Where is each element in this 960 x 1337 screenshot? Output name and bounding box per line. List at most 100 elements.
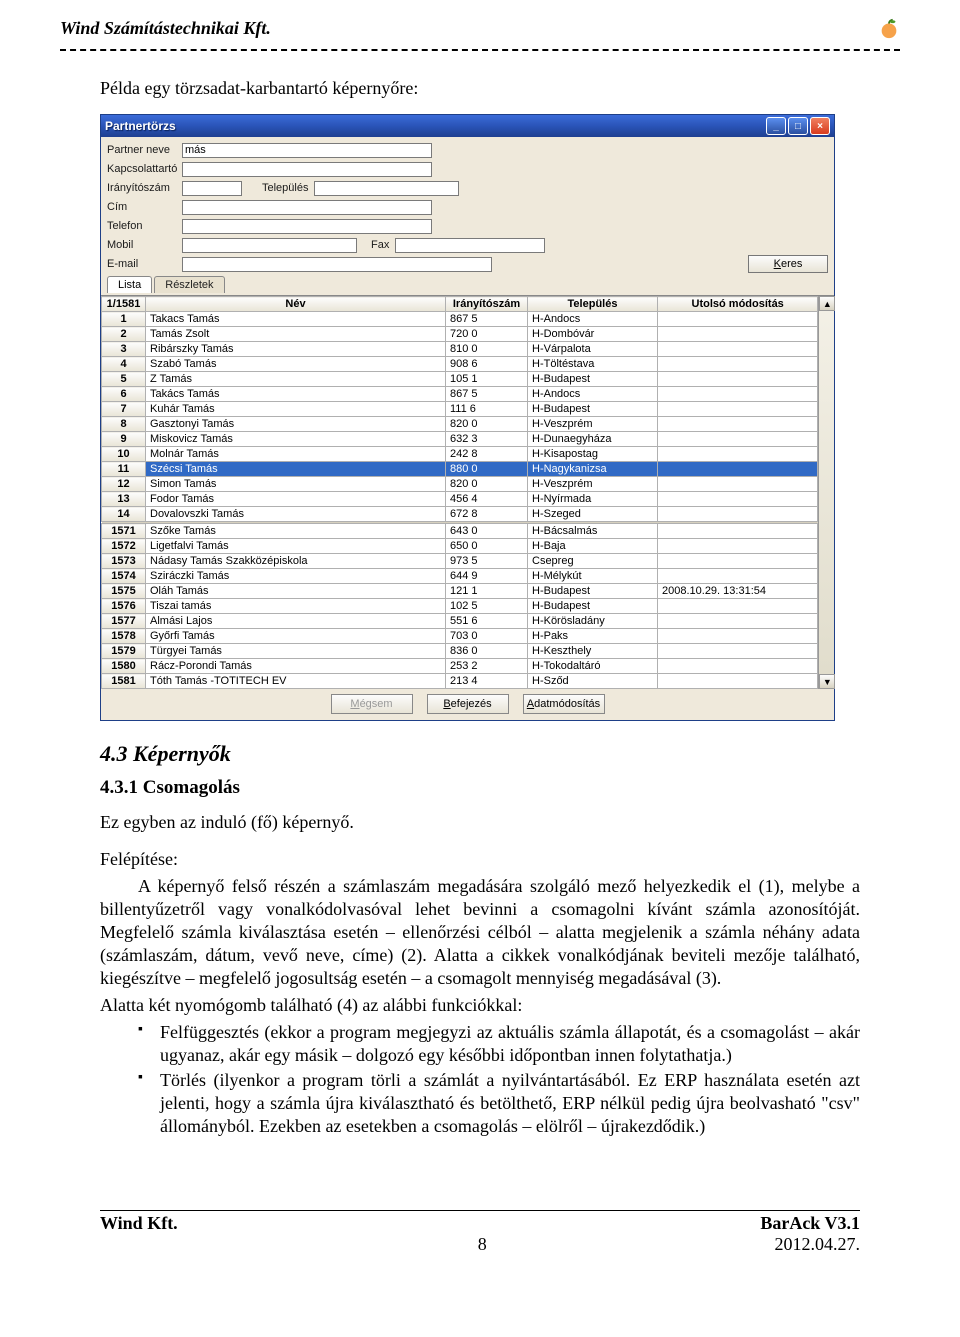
befejezes-button[interactable]: Befejezés — [427, 694, 509, 714]
row-index: 1579 — [102, 644, 146, 659]
table-row[interactable]: 9Miskovicz Tamás632 3H-Dunaegyháza — [102, 432, 818, 447]
table-row[interactable]: 5Z Tamás105 1H-Budapest — [102, 372, 818, 387]
doc-header: Wind Számítástechnikai Kft. — [60, 18, 900, 45]
kapcsolattarto-input[interactable] — [182, 162, 432, 177]
table-row[interactable]: 4Szabó Tamás908 6H-Töltéstava — [102, 357, 818, 372]
table-row[interactable]: 10Molnár Tamás242 8H-Kisapostag — [102, 447, 818, 462]
keres-button[interactable]: Keres — [748, 255, 828, 273]
telepules-input[interactable] — [314, 181, 459, 196]
table-row[interactable]: 2Tamás Zsolt720 0H-Dombóvár — [102, 327, 818, 342]
table-row[interactable]: 3Ribárszky Tamás810 0H-Várpalota — [102, 342, 818, 357]
row-index: 1576 — [102, 599, 146, 614]
cell-zip: 111 6 — [446, 402, 528, 417]
minimize-icon[interactable]: _ — [766, 117, 786, 135]
table-row[interactable]: 1578Győrfi Tamás703 0H-Paks — [102, 629, 818, 644]
intro-text: Példa egy törzsadat-karbantartó képernyő… — [100, 77, 860, 100]
table-row[interactable]: 13Fodor Tamás456 4H-Nyírmada — [102, 492, 818, 507]
cell-mod — [658, 432, 818, 447]
table-row[interactable]: 1571Szőke Tamás643 0H-Bácsalmás — [102, 524, 818, 539]
table-row[interactable]: 12Simon Tamás820 0H-Veszprém — [102, 477, 818, 492]
close-icon[interactable]: × — [810, 117, 830, 135]
cell-zip: 908 6 — [446, 357, 528, 372]
cell-zip: 105 1 — [446, 372, 528, 387]
scrollbar[interactable]: ▲ ▼ — [818, 296, 834, 689]
table-row[interactable]: 1574Sziráczki Tamás644 9H-Mélykút — [102, 569, 818, 584]
row-index: 13 — [102, 492, 146, 507]
cell-zip: 213 4 — [446, 674, 528, 689]
tab-lista[interactable]: Lista — [107, 276, 152, 293]
table-row[interactable]: 7Kuhár Tamás111 6H-Budapest — [102, 402, 818, 417]
cell-mod — [658, 357, 818, 372]
cell-name: Takács Tamás — [146, 387, 446, 402]
cell-mod — [658, 327, 818, 342]
cell-mod — [658, 554, 818, 569]
table-row[interactable]: 1575Oláh Tamás121 1H-Budapest2008.10.29.… — [102, 584, 818, 599]
table-row[interactable]: 6Takács Tamás867 5H-Andocs — [102, 387, 818, 402]
cell-city: H-Budapest — [528, 584, 658, 599]
row-index: 9 — [102, 432, 146, 447]
cell-name: Takacs Tamás — [146, 312, 446, 327]
table-row[interactable]: 1572Ligetfalvi Tamás650 0H-Baja — [102, 539, 818, 554]
header-zip[interactable]: Irányítószám — [446, 297, 528, 312]
table-row[interactable]: 8Gasztonyi Tamás820 0H-Veszprém — [102, 417, 818, 432]
row-index: 1580 — [102, 659, 146, 674]
header-nev[interactable]: Név — [146, 297, 446, 312]
partner-neve-input[interactable] — [182, 143, 432, 158]
titlebar: Partnertörzs _ □ × — [101, 115, 834, 137]
table-row[interactable]: 1579Türgyei Tamás836 0H-Keszthely — [102, 644, 818, 659]
table-row[interactable]: 1576Tiszai tamás102 5H-Budapest — [102, 599, 818, 614]
row-index: 3 — [102, 342, 146, 357]
megsem-button[interactable]: Mégsem — [331, 694, 413, 714]
bullet-1: Felfüggesztés (ekkor a program megjegyzi… — [138, 1021, 860, 1067]
table-row[interactable]: 11Szécsi Tamás880 0H-Nagykanizsa — [102, 462, 818, 477]
table-row[interactable]: 1Takacs Tamás867 5H-Andocs — [102, 312, 818, 327]
table-row[interactable]: 1581Tóth Tamás -TOTITECH EV213 4H-Sződ — [102, 674, 818, 689]
cell-mod — [658, 539, 818, 554]
row-index: 1581 — [102, 674, 146, 689]
table-row[interactable]: 1577Almási Lajos551 6H-Körösladány — [102, 614, 818, 629]
iranyitoszam-input[interactable] — [182, 181, 242, 196]
footer-page: 8 — [190, 1234, 775, 1255]
heading-4-3-1: 4.3.1 Csomagolás — [100, 777, 860, 799]
cell-city: H-Mélykút — [528, 569, 658, 584]
cell-city: H-Budapest — [528, 372, 658, 387]
tab-reszletek[interactable]: Részletek — [154, 276, 224, 293]
scroll-up-icon[interactable]: ▲ — [819, 296, 835, 311]
cell-city: H-Töltéstava — [528, 357, 658, 372]
fax-input[interactable] — [395, 238, 545, 253]
header-counter: 1/1581 — [102, 297, 146, 312]
scroll-down-icon[interactable]: ▼ — [819, 674, 835, 689]
cell-mod — [658, 417, 818, 432]
cell-mod — [658, 599, 818, 614]
mobil-input[interactable] — [182, 238, 357, 253]
row-index: 1573 — [102, 554, 146, 569]
cell-city: H-Veszprém — [528, 477, 658, 492]
table-row[interactable]: 1573Nádasy Tamás Szakközépiskola973 5Cse… — [102, 554, 818, 569]
cell-city: H-Andocs — [528, 312, 658, 327]
cell-name: Kuhár Tamás — [146, 402, 446, 417]
cell-city: H-Kisapostag — [528, 447, 658, 462]
row-index: 2 — [102, 327, 146, 342]
telefon-input[interactable] — [182, 219, 432, 234]
maximize-icon[interactable]: □ — [788, 117, 808, 135]
adatmodositas-button[interactable]: Adatmódosítás — [523, 694, 605, 714]
cell-mod — [658, 477, 818, 492]
screenshot-container: Partnertörzs _ □ × Partner neve Kapcsola… — [100, 114, 860, 721]
email-input[interactable] — [182, 257, 492, 272]
cell-city: H-Sződ — [528, 674, 658, 689]
table-row[interactable]: 14Dovalovszki Tamás672 8H-Szeged — [102, 507, 818, 522]
cell-mod — [658, 524, 818, 539]
header-city[interactable]: Település — [528, 297, 658, 312]
header-mod[interactable]: Utolsó módosítás — [658, 297, 818, 312]
cell-city: H-Veszprém — [528, 417, 658, 432]
cell-name: Ribárszky Tamás — [146, 342, 446, 357]
cell-name: Szécsi Tamás — [146, 462, 446, 477]
cell-name: Nádasy Tamás Szakközépiskola — [146, 554, 446, 569]
table-row[interactable]: 1580Rácz-Porondi Tamás253 2H-Tokodaltáró — [102, 659, 818, 674]
cim-input[interactable] — [182, 200, 432, 215]
search-form: Partner neve Kapcsolattartó Irányítószám… — [101, 137, 834, 295]
cell-city: H-Dombóvár — [528, 327, 658, 342]
cell-zip: 973 5 — [446, 554, 528, 569]
cell-name: Z Tamás — [146, 372, 446, 387]
cell-mod — [658, 342, 818, 357]
